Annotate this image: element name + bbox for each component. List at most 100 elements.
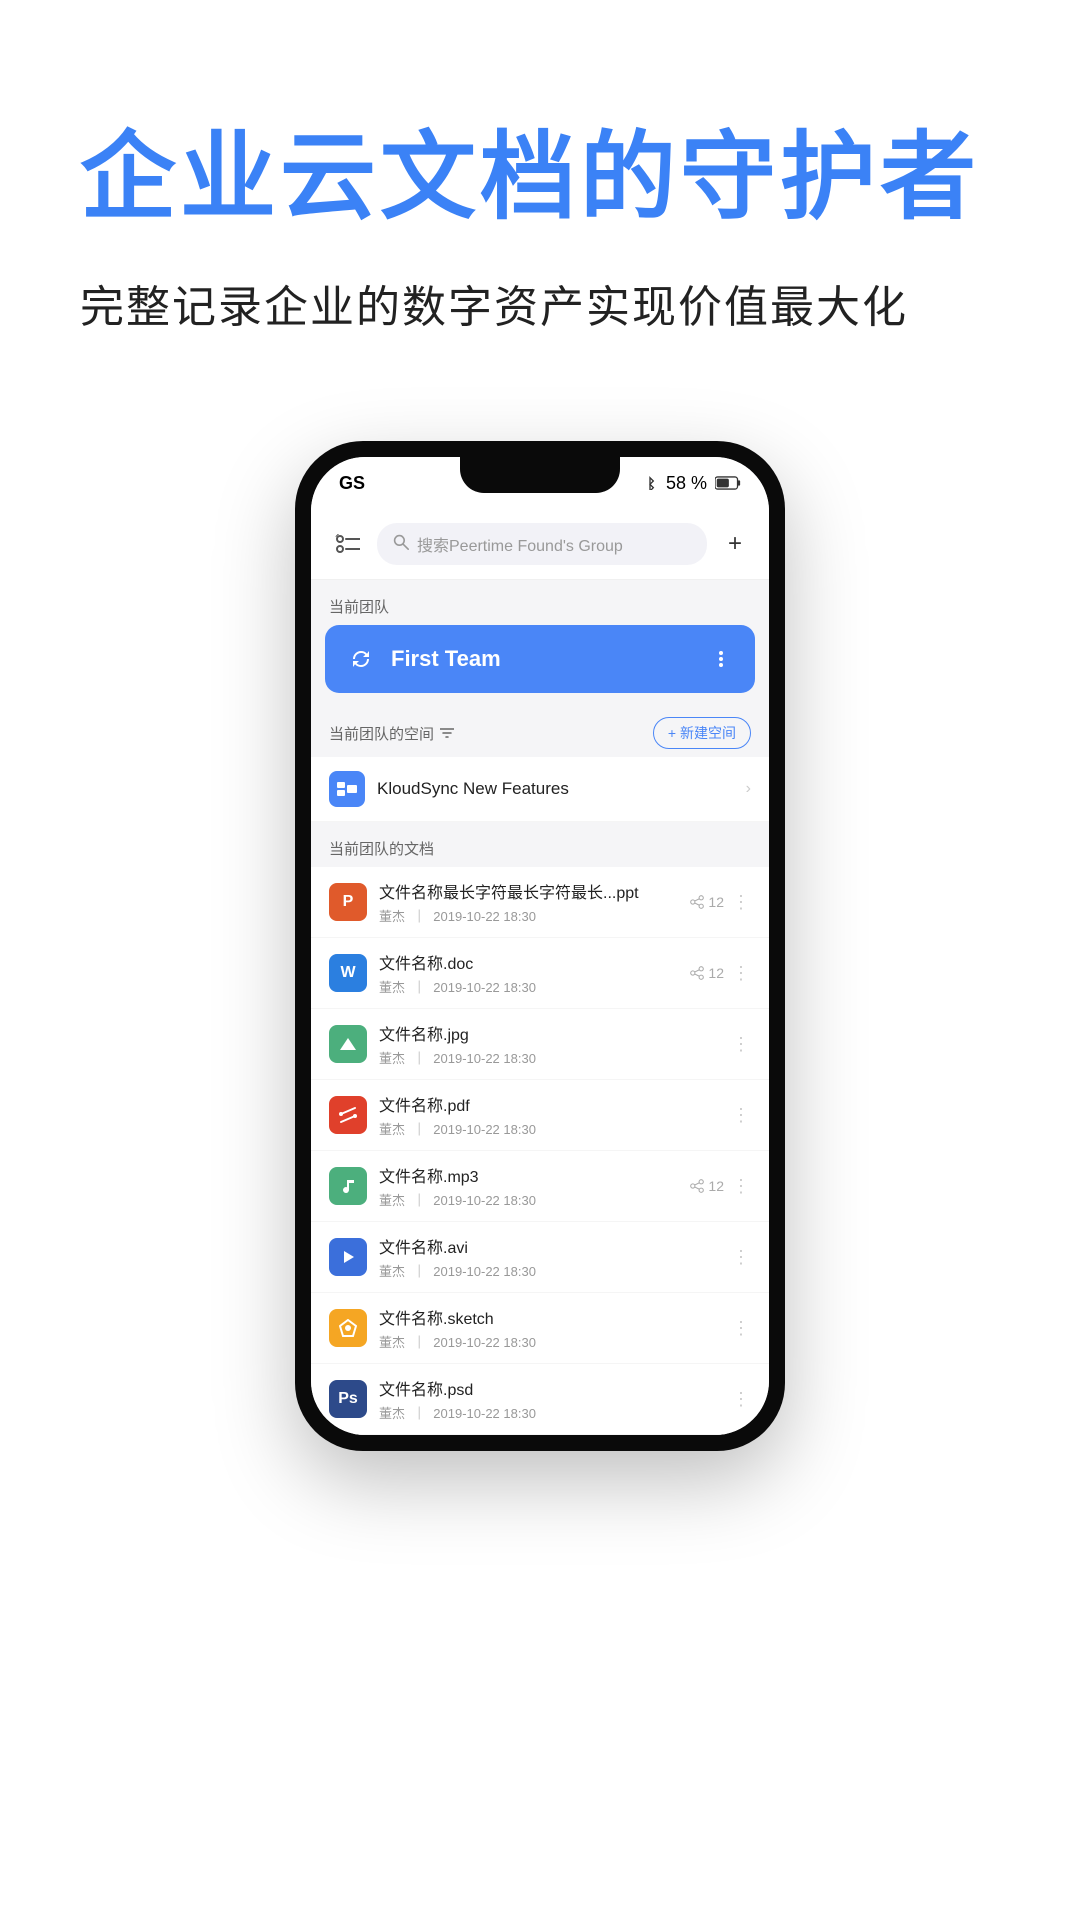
- file-actions: ⋮: [732, 1318, 751, 1339]
- file-author: 董杰: [379, 1406, 405, 1421]
- space-item-icon: [329, 771, 365, 807]
- file-name: 文件名称.pdf: [379, 1092, 720, 1116]
- search-placeholder-text: 搜索Peertime Found's Group: [417, 532, 623, 556]
- battery-icon: [715, 476, 741, 490]
- file-info: 文件名称.avi 董杰 ｜ 2019-10-22 18:30: [379, 1234, 720, 1280]
- file-author: 董杰: [379, 1335, 405, 1350]
- file-meta: 董杰 ｜ 2019-10-22 18:30: [379, 1048, 720, 1067]
- file-type-icon-jpg: [329, 1025, 367, 1063]
- file-meta: 董杰 ｜ 2019-10-22 18:30: [379, 1332, 720, 1351]
- file-info: 文件名称.psd 董杰 ｜ 2019-10-22 18:30: [379, 1376, 720, 1422]
- file-more-icon[interactable]: ⋮: [732, 1389, 751, 1410]
- status-bar: GS 58 %: [311, 457, 769, 509]
- search-icon: [393, 534, 409, 555]
- hero-section: 企业云文档的守护者 完整记录企业的数字资产实现价值最大化: [0, 0, 1080, 381]
- file-info: 文件名称.doc 董杰 ｜ 2019-10-22 18:30: [379, 950, 678, 996]
- share-count: 12: [690, 965, 724, 981]
- share-count: 12: [690, 894, 724, 910]
- team-name: First Team: [391, 646, 693, 672]
- file-meta: 董杰 ｜ 2019-10-22 18:30: [379, 977, 678, 996]
- chevron-right-icon: ›: [746, 780, 751, 798]
- file-actions: ⋮: [732, 1105, 751, 1126]
- file-meta: 董杰 ｜ 2019-10-22 18:30: [379, 1119, 720, 1138]
- file-author: 董杰: [379, 909, 405, 924]
- file-info: 文件名称最长字符最长字符最长...ppt 董杰 ｜ 2019-10-22 18:…: [379, 879, 678, 925]
- file-item[interactable]: 文件名称.sketch 董杰 ｜ 2019-10-22 18:30 ⋮: [311, 1293, 769, 1364]
- file-meta: 董杰 ｜ 2019-10-22 18:30: [379, 1190, 678, 1209]
- file-name: 文件名称.jpg: [379, 1021, 720, 1045]
- file-author: 董杰: [379, 1122, 405, 1137]
- file-name: 文件名称.mp3: [379, 1163, 678, 1187]
- file-date: 2019-10-22 18:30: [433, 1406, 536, 1421]
- team-more-icon[interactable]: [707, 645, 735, 673]
- new-space-label: + 新建空间: [668, 723, 736, 743]
- file-actions: ⋮: [732, 1247, 751, 1268]
- space-section-header: 当前团队的空间 + 新建空间: [311, 709, 769, 757]
- filter-icon: [440, 728, 454, 738]
- file-actions: ⋮: [732, 1034, 751, 1055]
- file-name: 文件名称.avi: [379, 1234, 720, 1258]
- file-type-icon-psd: Ps: [329, 1380, 367, 1418]
- file-type-icon-mp3: [329, 1167, 367, 1205]
- space-section-label: 当前团队的空间: [329, 723, 434, 744]
- file-more-icon[interactable]: ⋮: [732, 1247, 751, 1268]
- status-right: 58 %: [642, 473, 741, 494]
- new-space-button[interactable]: + 新建空间: [653, 717, 751, 749]
- file-more-icon[interactable]: ⋮: [732, 963, 751, 984]
- file-more-icon[interactable]: ⋮: [732, 892, 751, 913]
- file-type-icon-avi: [329, 1238, 367, 1276]
- phone-inner: GS 58 %: [311, 457, 769, 1435]
- file-item[interactable]: W 文件名称.doc 董杰 ｜ 2019-10-22 18:30 12 ⋮: [311, 938, 769, 1009]
- hero-subtitle: 完整记录企业的数字资产实现价值最大化: [80, 275, 908, 341]
- file-type-icon-doc: W: [329, 954, 367, 992]
- menu-icon[interactable]: [329, 526, 365, 562]
- current-team-label: 当前团队: [311, 580, 769, 625]
- file-date: 2019-10-22 18:30: [433, 980, 536, 995]
- file-info: 文件名称.pdf 董杰 ｜ 2019-10-22 18:30: [379, 1092, 720, 1138]
- file-meta: 董杰 ｜ 2019-10-22 18:30: [379, 1261, 720, 1280]
- file-date: 2019-10-22 18:30: [433, 1051, 536, 1066]
- file-item[interactable]: Ps 文件名称.psd 董杰 ｜ 2019-10-22 18:30 ⋮: [311, 1364, 769, 1435]
- file-more-icon[interactable]: ⋮: [732, 1176, 751, 1197]
- refresh-icon: [345, 643, 377, 675]
- battery-label: 58 %: [666, 473, 707, 494]
- file-date: 2019-10-22 18:30: [433, 1335, 536, 1350]
- file-actions: 12 ⋮: [690, 1176, 751, 1197]
- file-item[interactable]: 文件名称.jpg 董杰 ｜ 2019-10-22 18:30 ⋮: [311, 1009, 769, 1080]
- file-author: 董杰: [379, 1264, 405, 1279]
- file-item[interactable]: P 文件名称最长字符最长字符最长...ppt 董杰 ｜ 2019-10-22 1…: [311, 867, 769, 938]
- file-name: 文件名称最长字符最长字符最长...ppt: [379, 879, 678, 903]
- share-icon: [690, 966, 704, 980]
- search-bar[interactable]: 搜索Peertime Found's Group: [377, 523, 707, 565]
- file-name: 文件名称.doc: [379, 950, 678, 974]
- phone-section: GS 58 %: [0, 381, 1080, 1920]
- file-actions: ⋮: [732, 1389, 751, 1410]
- file-more-icon[interactable]: ⋮: [732, 1318, 751, 1339]
- bluetooth-icon: [642, 476, 658, 490]
- phone-frame: GS 58 %: [295, 441, 785, 1451]
- file-item[interactable]: 文件名称.pdf 董杰 ｜ 2019-10-22 18:30 ⋮: [311, 1080, 769, 1151]
- file-type-icon-ppt: P: [329, 883, 367, 921]
- space-name: KloudSync New Features: [377, 779, 734, 799]
- file-info: 文件名称.jpg 董杰 ｜ 2019-10-22 18:30: [379, 1021, 720, 1067]
- share-icon: [690, 1179, 704, 1193]
- docs-section-label: 当前团队的文档: [311, 822, 769, 867]
- space-section-title: 当前团队的空间: [329, 723, 454, 744]
- team-card[interactable]: First Team: [325, 625, 755, 693]
- file-item[interactable]: 文件名称.avi 董杰 ｜ 2019-10-22 18:30 ⋮: [311, 1222, 769, 1293]
- file-item[interactable]: 文件名称.mp3 董杰 ｜ 2019-10-22 18:30 12 ⋮: [311, 1151, 769, 1222]
- file-date: 2019-10-22 18:30: [433, 1264, 536, 1279]
- add-button[interactable]: +: [719, 528, 751, 560]
- file-more-icon[interactable]: ⋮: [732, 1034, 751, 1055]
- file-list: P 文件名称最长字符最长字符最长...ppt 董杰 ｜ 2019-10-22 1…: [311, 867, 769, 1435]
- file-more-icon[interactable]: ⋮: [732, 1105, 751, 1126]
- file-info: 文件名称.mp3 董杰 ｜ 2019-10-22 18:30: [379, 1163, 678, 1209]
- notch: [460, 457, 620, 493]
- status-carrier: GS: [339, 473, 365, 494]
- file-author: 董杰: [379, 1193, 405, 1208]
- space-item[interactable]: KloudSync New Features ›: [311, 757, 769, 822]
- hero-title: 企业云文档的守护者: [80, 120, 980, 235]
- top-bar: 搜索Peertime Found's Group +: [311, 509, 769, 580]
- file-author: 董杰: [379, 980, 405, 995]
- share-icon: [690, 895, 704, 909]
